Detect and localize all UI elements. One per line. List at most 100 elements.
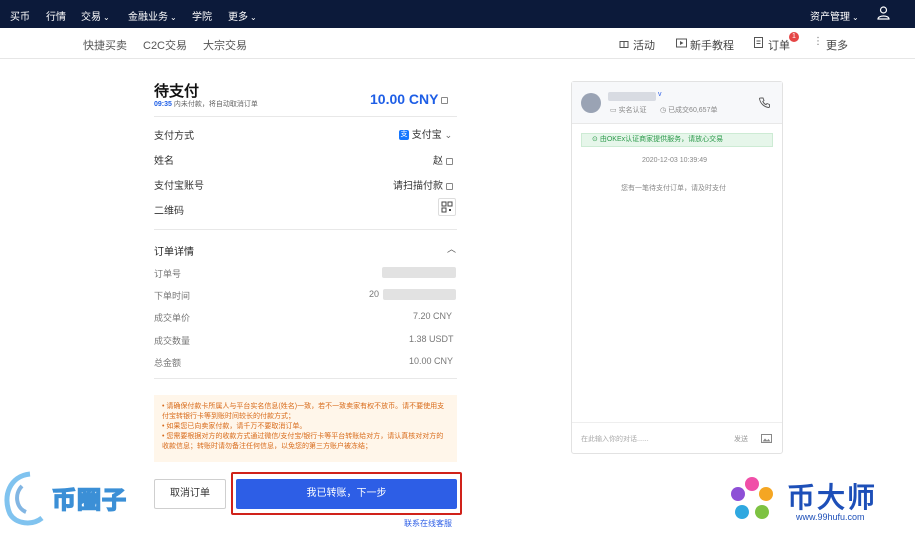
payment-method-value: 支付宝 [411, 130, 442, 141]
contact-support-link[interactable]: 联系在线客服 [404, 518, 452, 529]
verified-text: 实名认证 [618, 107, 647, 114]
payee-account: 请扫描付款 [393, 177, 453, 192]
notice-item: • 您需要根据对方的收款方式通过微信/支付宝/银行卡等平台转账给对方，请认真核对… [162, 433, 444, 450]
order-details-title: 订单详情 [154, 247, 194, 258]
watermark-url: www.99hufu.com [796, 512, 865, 522]
chat-timestamp: 2020-12-03 10:39:49 [642, 157, 707, 164]
order-amount-value: 10.00 CNY [370, 91, 439, 107]
avatar [581, 93, 601, 113]
payee-account-value: 请扫描付款 [393, 181, 443, 192]
trade-count-text: 已成交60,657单 [668, 107, 718, 114]
phone-icon[interactable] [759, 97, 770, 108]
nav-more-right[interactable]: 更多 [826, 37, 848, 53]
sub-navigation: 快捷买卖 C2C交易 大宗交易 活动 新手教程 订单 1 ⋮ 更多 [0, 28, 915, 59]
timer-countdown: 09:35 [154, 101, 172, 108]
tab-block-trade[interactable]: 大宗交易 [203, 37, 247, 53]
user-icon[interactable] [877, 6, 890, 20]
name-label: 姓名 [154, 156, 174, 167]
page-title: 待支付 [154, 83, 200, 100]
copy-icon[interactable] [446, 182, 453, 190]
asset-management-label: 资产管理 [810, 12, 850, 23]
quantity-value: 1.38 USDT [409, 334, 454, 344]
divider [154, 116, 457, 117]
system-message: 您有一笔待支付订单，请及时支付 [621, 185, 726, 192]
more-dots-icon: ⋮ [813, 36, 823, 47]
alipay-icon: 支 [399, 130, 409, 141]
merchant-name-blurred [608, 92, 656, 101]
trade-count: ◷ 已成交60,657单 [660, 107, 718, 114]
top-navigation-bar: 买币 行情 交易 ⌄ 金融业务 ⌄ 学院 更多 ⌄ 资产管理 ⌄ [0, 0, 915, 28]
divider [572, 422, 782, 423]
nav-trade-label: 交易 [81, 12, 101, 23]
copy-icon[interactable] [446, 157, 453, 165]
watermark-text-right: 币大师 [787, 482, 878, 513]
gift-icon [619, 41, 629, 48]
chat-header: v ▭ 实名认证 ◷ 已成交60,657单 [572, 82, 782, 124]
unit-price-value: 7.20 CNY [413, 311, 453, 321]
unit-price-label: 成交单价 [154, 313, 191, 323]
nav-markets[interactable]: 行情 [46, 8, 66, 23]
cancel-order-button[interactable]: 取消订单 [154, 479, 226, 509]
qr-code-icon [441, 201, 453, 213]
qr-code-button[interactable] [438, 198, 456, 216]
order-time-prefix: 20 [369, 289, 380, 299]
watermark-right: 币大师 www.99hufu.com [724, 470, 915, 528]
nav-asset-management[interactable]: 资产管理 ⌄ [810, 8, 859, 23]
divider [154, 229, 457, 230]
chat-input[interactable]: 在此输入你的对话...... [581, 434, 649, 444]
tab-c2c-trade[interactable]: C2C交易 [143, 37, 187, 53]
chevron-down-icon: ⌄ [103, 13, 110, 22]
confirm-transfer-button[interactable]: 我已转账，下一步 [236, 479, 457, 509]
nav-buy-crypto[interactable]: 买币 [10, 8, 30, 23]
watermark-left: 币圈子 [0, 466, 150, 528]
nav-trade[interactable]: 交易 ⌄ [81, 8, 110, 23]
order-number-blurred [382, 267, 456, 278]
verified-v-icon: v [658, 91, 662, 98]
quantity-label: 成交数量 [154, 336, 191, 346]
order-number-label: 订单号 [154, 269, 182, 279]
total-amount-value: 10.00 CNY [409, 356, 454, 366]
chevron-down-icon: ⌄ [852, 13, 859, 22]
notice-text: 如果您已向卖家付款，请千万不要取消订单。 [166, 423, 307, 430]
chevron-down-icon: ⌄ [170, 13, 177, 22]
total-amount-label: 总金额 [154, 358, 182, 368]
nav-finance[interactable]: 金融业务 ⌄ [128, 8, 177, 23]
notice-text: 请确保付款卡所属人与平台实名信息(姓名)一致，若不一致卖家有权不放币。请不要使用… [162, 403, 445, 420]
security-notice-text: 由OKEx认证商家提供服务，请放心交易 [599, 136, 724, 143]
payment-method-select[interactable]: 支 支付宝 ⌄ [399, 126, 452, 141]
shield-check-icon: ⊙ [592, 136, 598, 143]
divider [154, 378, 457, 379]
order-time-label: 下单时间 [154, 291, 191, 301]
chat-panel: v ▭ 实名认证 ◷ 已成交60,657单 ⊙ 由OKEx认证商家提供服务，请放… [571, 81, 783, 454]
payment-method-label: 支付方式 [154, 131, 194, 142]
nav-more-label: 更多 [228, 12, 248, 23]
payment-notice: • 请确保付款卡所属人与平台实名信息(姓名)一致，若不一致卖家有权不放币。请不要… [154, 395, 457, 462]
nav-more[interactable]: 更多 ⌄ [228, 8, 257, 23]
account-label: 支付宝账号 [154, 181, 204, 192]
notice-item: • 请确保付款卡所属人与平台实名信息(姓名)一致，若不一致卖家有权不放币。请不要… [162, 403, 445, 420]
payee-name: 赵 [433, 152, 453, 167]
nav-orders[interactable]: 订单 [768, 37, 790, 53]
nav-academy[interactable]: 学院 [192, 8, 212, 23]
order-time-blurred [383, 289, 456, 300]
order-document-icon [754, 37, 763, 48]
qr-code-label: 二维码 [154, 206, 184, 217]
tab-quick-trade[interactable]: 快捷买卖 [83, 37, 127, 53]
chevron-up-icon[interactable]: ︿ [447, 242, 456, 255]
watermark-text-left: 币圈子 [51, 486, 127, 515]
payment-timer: 09:35 内未付款，将自动取消订单 [154, 99, 258, 109]
video-tutorial-icon [676, 38, 687, 48]
nav-finance-label: 金融业务 [128, 12, 168, 23]
send-button[interactable]: 发送 [734, 434, 748, 444]
image-upload-icon[interactable] [761, 434, 772, 443]
chevron-down-icon: ⌄ [444, 130, 453, 140]
nav-tutorial[interactable]: 新手教程 [690, 37, 734, 53]
chevron-down-icon: ⌄ [250, 13, 257, 22]
verified-badge: ▭ 实名认证 [610, 107, 647, 114]
security-notice: ⊙ 由OKEx认证商家提供服务，请放心交易 [581, 133, 773, 147]
timer-text: 内未付款，将自动取消订单 [173, 101, 258, 108]
order-count-badge: 1 [789, 32, 799, 42]
copy-icon[interactable] [441, 96, 449, 104]
nav-activity[interactable]: 活动 [633, 37, 655, 53]
notice-text: 您需要根据对方的收款方式通过微信/支付宝/银行卡等平台转账给对方，请认真核对对方… [162, 433, 444, 450]
